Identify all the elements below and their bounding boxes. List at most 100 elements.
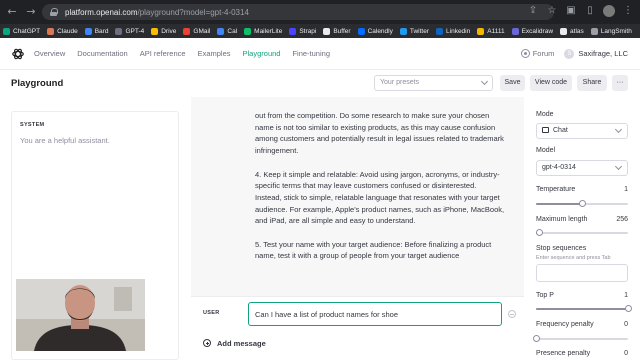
bookmark-label: MailerLite (254, 27, 283, 35)
forum-label: Forum (532, 49, 555, 58)
frequency-penalty-slider[interactable] (533, 335, 628, 342)
bookmark-item[interactable]: Cal (217, 27, 238, 35)
mode-value: Chat (553, 127, 568, 134)
nav-item-playground[interactable]: Playground (243, 49, 281, 58)
top-navigation: Overview Documentation API reference Exampl… (34, 38, 342, 69)
nav-item-fine-tuning[interactable]: Fine-tuning (292, 49, 330, 58)
org-switcher[interactable]: S Saxifrage, LLC (564, 48, 628, 59)
bookmark-item[interactable]: Calendly (357, 27, 393, 35)
bookmark-label: GMail (193, 27, 211, 35)
org-name: Saxifrage, LLC (578, 49, 628, 58)
bookmark-favicon-icon (217, 27, 225, 35)
user-role-label[interactable]: USER (203, 310, 219, 316)
chevron-down-icon (480, 77, 489, 86)
share-button[interactable]: Share (577, 75, 607, 91)
slider-thumb[interactable] (535, 229, 543, 236)
profile-avatar[interactable] (603, 5, 615, 17)
bookmark-item[interactable]: Claude (47, 27, 78, 35)
assistant-message-text: out from the competition. Do some resear… (255, 110, 505, 274)
nav-item-overview[interactable]: Overview (34, 49, 65, 58)
bookmark-favicon-icon (590, 27, 598, 35)
temperature-value[interactable]: 1 (624, 186, 628, 193)
bookmark-favicon-icon (183, 27, 191, 35)
forward-icon[interactable]: → (24, 5, 38, 19)
chat-icon (542, 127, 549, 133)
slider-thumb[interactable] (579, 200, 586, 207)
bookmark-favicon-icon (47, 27, 55, 35)
slider-thumb[interactable] (533, 335, 540, 342)
bookmark-favicon-icon (323, 27, 331, 35)
extensions-icon[interactable]: ▣ (565, 5, 577, 17)
address-bar[interactable]: platform.openai.com /playground?model=gp… (42, 4, 554, 20)
bookmark-favicon-icon (151, 27, 159, 35)
user-message-row: USER Can I have a list of product names … (191, 296, 524, 330)
bookmark-item[interactable]: Bard (84, 27, 108, 35)
bookmark-label: Calendly (367, 27, 393, 35)
bookmark-item[interactable]: GPT-4 (115, 27, 144, 35)
remove-message-icon[interactable] (508, 310, 516, 318)
browser-menu-icon[interactable]: ⋮ (622, 5, 634, 17)
slider-thumb[interactable] (625, 305, 632, 312)
openai-logo-icon[interactable] (11, 47, 25, 61)
bookmark-item[interactable]: Excalidraw (511, 27, 553, 35)
max-length-label: Maximum length (536, 216, 588, 223)
bookmarks-bar: ChatGPT Claude Bard GPT-4 Drive GMail Cal Maile… (0, 24, 640, 38)
stop-sequences-input[interactable] (536, 264, 628, 282)
bookmark-item[interactable]: Linkedin (436, 27, 471, 35)
forum-link[interactable]: Forum (520, 49, 555, 58)
temperature-slider[interactable] (536, 200, 628, 207)
max-length-value[interactable]: 256 (616, 216, 628, 223)
presenter-video-image (16, 279, 145, 351)
bookmark-label: A1111 (487, 27, 505, 35)
bookmark-item[interactable]: A1111 (477, 27, 505, 35)
bookmark-item[interactable]: ChatGPT (3, 27, 40, 35)
app-header: Overview Documentation API reference Exampl… (0, 38, 640, 70)
bookmark-star-icon[interactable]: ☆ (546, 5, 558, 17)
chevron-down-icon (614, 125, 623, 134)
bookmark-item[interactable]: atlas (560, 27, 584, 35)
nav-item-examples[interactable]: Examples (198, 49, 231, 58)
presets-select[interactable]: Your presets (374, 75, 493, 91)
top-p-slider[interactable] (536, 305, 632, 312)
bookmark-favicon-icon (244, 27, 252, 35)
bookmark-item[interactable]: Buffer (323, 27, 351, 35)
bookmark-item[interactable]: Twitter (399, 27, 430, 35)
nav-item-documentation[interactable]: Documentation (77, 49, 127, 58)
bookmark-label: Linkedin (446, 27, 471, 35)
top-p-value[interactable]: 1 (624, 292, 628, 299)
bookmark-label: atlas (570, 27, 584, 35)
bookmark-item[interactable]: GMail (183, 27, 211, 35)
max-length-slider[interactable] (535, 229, 628, 236)
share-page-icon[interactable]: ⇪ (527, 5, 539, 17)
user-message-input[interactable]: Can I have a list of product names for s… (248, 302, 502, 326)
bookmark-label: Cal (227, 27, 238, 35)
model-select[interactable]: gpt-4-0314 (536, 160, 628, 176)
bookmark-favicon-icon (560, 27, 568, 35)
add-message-button[interactable]: Add message (191, 330, 524, 360)
back-icon[interactable]: ← (5, 5, 19, 19)
save-button[interactable]: Save (500, 75, 525, 91)
bookmark-item[interactable]: LangSmith (590, 27, 632, 35)
bookmark-label: Strapi (299, 27, 317, 35)
view-code-button[interactable]: View code (530, 75, 572, 91)
browser-toolbar: ← → ↻ platform.openai.com /playground?mo… (0, 0, 640, 24)
bookmark-item[interactable]: MailerLite (244, 27, 283, 35)
more-button[interactable]: ··· (612, 75, 628, 91)
bookmark-item[interactable]: Strapi (289, 27, 317, 35)
lock-icon (50, 8, 58, 16)
bookmark-item[interactable]: Drive (151, 27, 176, 35)
system-label: SYSTEM (20, 122, 45, 128)
frequency-penalty-value[interactable]: 0 (624, 321, 628, 328)
bookmark-label: Buffer (333, 27, 351, 35)
presets-placeholder: Your presets (380, 79, 420, 86)
bookmark-favicon-icon (477, 27, 485, 35)
assistant-paragraph: 4. Keep it simple and relatable: Avoid u… (255, 169, 505, 226)
presence-penalty-value[interactable]: 0 (624, 350, 628, 357)
bookmark-label: Twitter (409, 27, 430, 35)
mode-select[interactable]: Chat (536, 123, 628, 139)
nav-item-api-reference[interactable]: API reference (140, 49, 186, 58)
org-avatar: S (564, 48, 575, 59)
sidebar-icon[interactable]: ▯ (584, 5, 596, 17)
presence-penalty-label: Presence penalty (536, 350, 591, 357)
system-prompt-input[interactable]: You are a helpful assistant. (20, 136, 110, 145)
